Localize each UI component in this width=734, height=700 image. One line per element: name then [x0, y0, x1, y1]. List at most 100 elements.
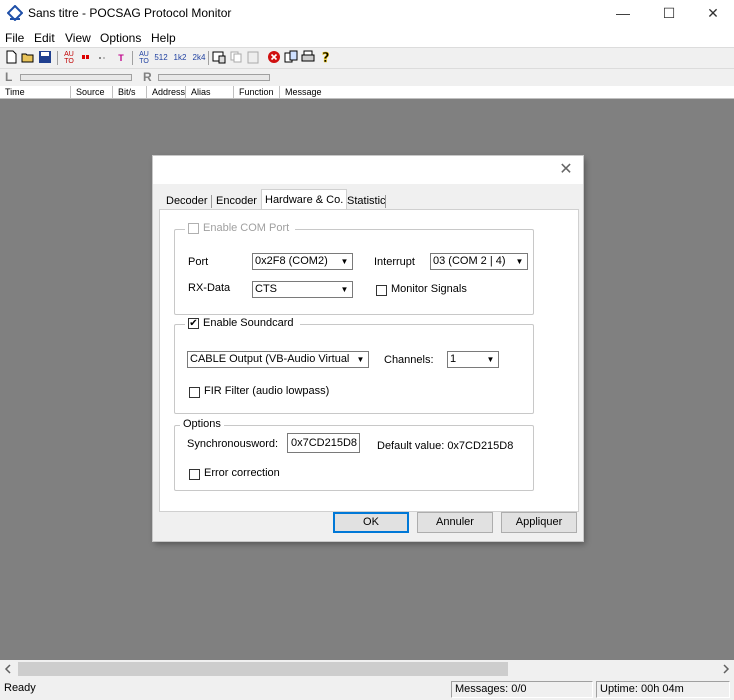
status-messages: Messages: 0/0	[451, 681, 593, 698]
audio-device-value: CABLE Output (VB-Audio Virtual	[190, 353, 350, 365]
monitor-signals-label: Monitor Signals	[391, 283, 467, 295]
toolbar-separator	[57, 51, 58, 65]
horizontal-scrollbar[interactable]	[0, 660, 734, 678]
app-diamond-icon	[7, 5, 23, 21]
column-alias[interactable]: Alias	[186, 86, 234, 99]
interrupt-value: 03 (COM 2 | 4)	[433, 255, 506, 267]
port-combobox[interactable]: 0x2F8 (COM2) ▼	[252, 253, 353, 270]
default-value-text: Default value: 0x7CD215D8	[377, 440, 514, 452]
toolbar-separator	[208, 51, 209, 65]
tab-statistic[interactable]: Statistic	[344, 192, 389, 210]
com-port-group-title: Enable COM Port	[185, 222, 296, 234]
tab-hardware[interactable]: Hardware & Co.	[261, 189, 348, 210]
stop-icon[interactable]	[266, 50, 282, 66]
minimize-button[interactable]: —	[600, 0, 646, 28]
rxdata-combobox[interactable]: CTS ▼	[252, 281, 353, 298]
menu-options[interactable]: Options	[100, 31, 141, 45]
scroll-left-arrow-icon[interactable]	[4, 663, 12, 678]
column-time[interactable]: Time	[0, 86, 71, 99]
chevron-down-icon[interactable]: ▼	[353, 352, 368, 367]
column-source[interactable]: Source	[71, 86, 113, 99]
column-message[interactable]: Message	[280, 86, 734, 99]
menu-edit[interactable]: Edit	[34, 31, 55, 45]
chevron-down-icon[interactable]: ▼	[337, 254, 352, 269]
menu-view[interactable]: View	[65, 31, 91, 45]
soundcard-group-title: ✔ Enable Soundcard	[185, 317, 300, 329]
column-address[interactable]: Address	[147, 86, 186, 99]
interrupt-combobox[interactable]: 03 (COM 2 | 4) ▼	[430, 253, 528, 270]
right-channel-label: R	[143, 70, 152, 84]
message-list-header: Time Source Bit/s Address Alias Function…	[0, 86, 734, 99]
enable-soundcard-checkbox[interactable]: ✔	[188, 317, 199, 329]
status-uptime: Uptime: 00h 04m	[596, 681, 730, 698]
ok-button[interactable]: OK	[333, 512, 409, 533]
monitor-signals-checkbox[interactable]	[376, 285, 387, 296]
soundcard-group	[174, 324, 534, 414]
column-bits[interactable]: Bit/s	[113, 86, 147, 99]
baud-auto-button[interactable]: AU TO	[136, 50, 152, 66]
sync-word-label: Synchronousword:	[187, 438, 279, 450]
auto-detect-button[interactable]: AU TO	[61, 50, 77, 66]
port-label: Port	[188, 256, 209, 268]
hardware-tab-panel: Enable COM Port Port 0x2F8 (COM2) ▼ Inte…	[159, 209, 579, 512]
tab-divider	[211, 195, 212, 208]
window-title: Sans titre - POCSAG Protocol Monitor	[28, 6, 232, 20]
chevron-down-icon[interactable]: ▼	[512, 254, 527, 269]
maximize-button[interactable]: ☐	[646, 0, 692, 28]
port-value: 0x2F8 (COM2)	[255, 255, 328, 267]
hardware-settings-dialog: ✕ Decoder Encoder Hardware & Co. Statist…	[153, 156, 583, 541]
scroll-right-arrow-icon[interactable]	[722, 663, 730, 678]
left-channel-label: L	[5, 70, 13, 84]
cancel-button[interactable]: Annuler	[417, 512, 493, 533]
save-disk-icon[interactable]	[37, 50, 53, 66]
level-bar: L R	[0, 68, 734, 86]
enable-com-label: Enable COM Port	[203, 222, 290, 234]
channels-combobox[interactable]: 1 ▼	[447, 351, 499, 368]
red-signal-icon[interactable]	[79, 50, 95, 66]
open-folder-icon[interactable]	[20, 50, 36, 66]
enable-com-checkbox[interactable]	[188, 222, 199, 234]
chevron-down-icon[interactable]: ▼	[483, 352, 498, 367]
fir-filter-checkbox[interactable]	[189, 387, 200, 398]
tab-encoder[interactable]: Encoder	[213, 192, 260, 210]
tab-divider	[385, 195, 386, 208]
signal-bars-icon[interactable]	[96, 50, 112, 66]
svg-text:?: ?	[322, 51, 330, 64]
options-group-title: Options	[180, 418, 224, 430]
t-marker-button[interactable]: T	[113, 50, 129, 66]
close-button[interactable]: ✕	[690, 0, 734, 28]
toolbar: AU TO T AU TO 512 1k2 2k4 ?	[0, 47, 734, 68]
error-correction-checkbox[interactable]	[189, 469, 200, 480]
rxdata-label: RX-Data	[188, 282, 231, 294]
column-function[interactable]: Function	[234, 86, 280, 99]
properties-icon[interactable]	[211, 50, 227, 66]
fir-filter-label: FIR Filter (audio lowpass)	[204, 385, 330, 397]
dialog-title-bar	[153, 156, 583, 184]
title-bar: Sans titre - POCSAG Protocol Monitor — ☐…	[0, 0, 734, 28]
tab-decoder[interactable]: Decoder	[163, 192, 211, 210]
apply-button[interactable]: Appliquer	[501, 512, 577, 533]
interrupt-label: Interrupt	[374, 256, 415, 268]
clipboard-icon[interactable]	[283, 50, 299, 66]
dialog-close-icon[interactable]: ✕	[555, 160, 577, 180]
audio-device-combobox[interactable]: CABLE Output (VB-Audio Virtual ▼	[187, 351, 369, 368]
chevron-down-icon[interactable]: ▼	[337, 282, 352, 297]
menu-file[interactable]: File	[5, 31, 24, 45]
new-file-icon[interactable]	[3, 50, 19, 66]
menu-help[interactable]: Help	[151, 31, 176, 45]
copy-icon-disabled[interactable]	[228, 50, 244, 66]
baud-1200-button[interactable]: 1k2	[171, 50, 189, 66]
print-icon[interactable]	[300, 50, 316, 66]
scrollbar-thumb[interactable]	[18, 662, 508, 676]
sync-word-input[interactable]: 0x7CD215D8	[287, 433, 360, 453]
rxdata-value: CTS	[255, 283, 277, 295]
right-level-meter	[158, 74, 270, 81]
help-question-icon[interactable]: ?	[318, 50, 334, 67]
baud-2400-button[interactable]: 2k4	[190, 50, 208, 66]
paste-icon-disabled[interactable]	[245, 50, 261, 66]
left-level-meter	[20, 74, 132, 81]
com-port-group	[174, 229, 534, 315]
menu-bar: File Edit View Options Help	[0, 29, 734, 47]
error-correction-label: Error correction	[204, 467, 280, 479]
baud-512-button[interactable]: 512	[152, 50, 170, 66]
